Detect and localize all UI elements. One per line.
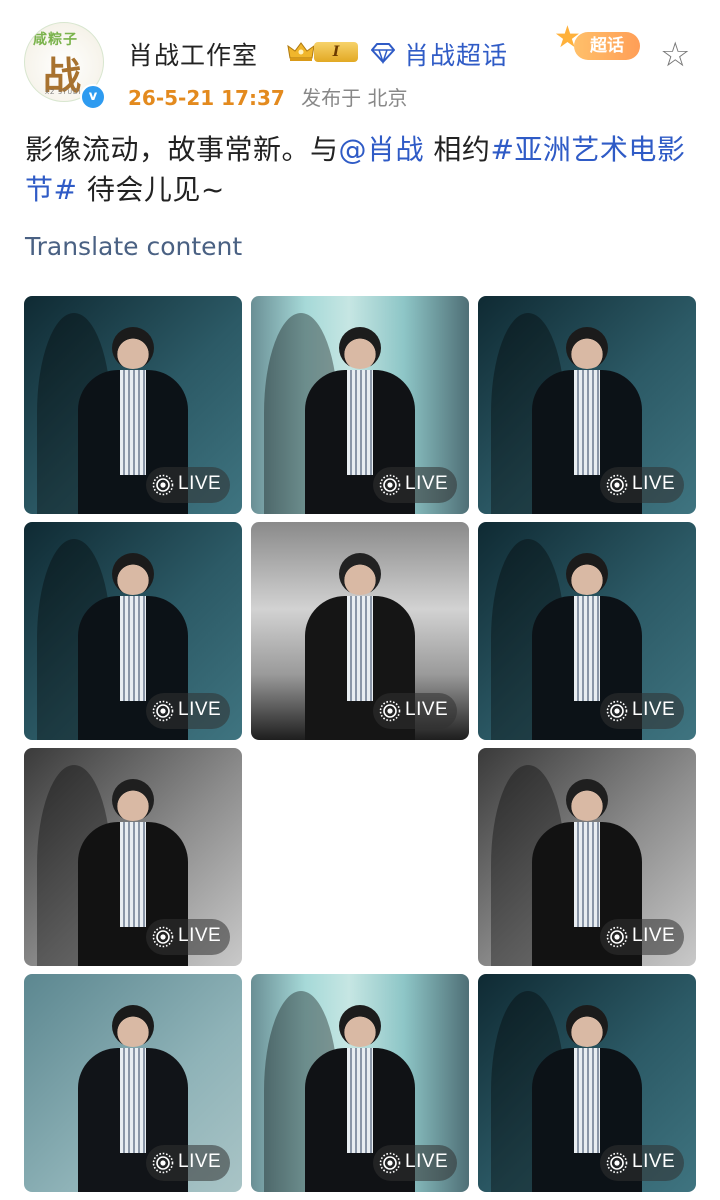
live-photo-icon (379, 1152, 401, 1174)
photo-tile[interactable]: LIVE (251, 974, 469, 1192)
person-head (566, 1004, 608, 1047)
live-label: LIVE (178, 473, 222, 494)
live-label: LIVE (405, 473, 449, 494)
live-photo-icon (606, 926, 628, 948)
person-head (112, 778, 154, 821)
live-photo-icon (606, 474, 628, 496)
translate-button[interactable]: Translate content (25, 232, 242, 261)
supertopic-badge[interactable]: ★ 超话 (552, 18, 652, 68)
live-photo-icon (379, 700, 401, 722)
person-shirt (574, 596, 600, 701)
photo-tile[interactable]: LIVE (24, 296, 242, 514)
photo-tile[interactable]: LIVE (24, 974, 242, 1192)
post-timestamp: 26-5-21 17:37 (128, 86, 285, 110)
person-shirt (120, 1048, 146, 1153)
live-label: LIVE (632, 925, 676, 946)
level-badge: I (314, 42, 358, 62)
photo-tile[interactable]: LIVE (478, 974, 696, 1192)
live-photo-badge[interactable]: LIVE (373, 467, 457, 503)
mention-link[interactable]: @肖战 (339, 133, 425, 166)
photo-tile (251, 748, 469, 966)
photo-tile[interactable]: LIVE (478, 296, 696, 514)
person-shirt (574, 1048, 600, 1153)
live-photo-icon (152, 700, 174, 722)
verified-badge-icon: v (80, 84, 106, 110)
live-photo-badge[interactable]: LIVE (600, 467, 684, 503)
live-photo-badge[interactable]: LIVE (373, 1145, 457, 1181)
person-head (112, 326, 154, 369)
diamond-icon (371, 43, 395, 64)
photo-tile[interactable]: LIVE (24, 522, 242, 740)
person-head (339, 326, 381, 369)
photo-tile[interactable]: LIVE (251, 296, 469, 514)
content-text-middle: 相约 (424, 133, 491, 166)
content-text-after: 待会儿见~ (77, 173, 225, 206)
live-label: LIVE (178, 1151, 222, 1172)
person-shirt (120, 822, 146, 927)
photo-grid: LIVE LIVE LIVE LIVE LIVE LIVE LIVE LIVE LIVE LIVE… (24, 296, 696, 1192)
live-photo-icon (152, 474, 174, 496)
live-photo-badge[interactable]: LIVE (146, 1145, 230, 1181)
live-photo-badge[interactable]: LIVE (146, 467, 230, 503)
photo-tile[interactable]: LIVE (24, 748, 242, 966)
photo-tile[interactable]: LIVE (478, 522, 696, 740)
person-shirt (120, 596, 146, 701)
post-location: 发布于 北京 (301, 86, 408, 110)
live-photo-badge[interactable]: LIVE (373, 693, 457, 729)
person-shirt (347, 1048, 373, 1153)
live-photo-badge[interactable]: LIVE (600, 1145, 684, 1181)
live-photo-icon (152, 1152, 174, 1174)
photo-tile[interactable]: LIVE (478, 748, 696, 966)
live-label: LIVE (405, 1151, 449, 1172)
live-photo-icon (606, 700, 628, 722)
person-shirt (574, 822, 600, 927)
live-label: LIVE (178, 699, 222, 720)
live-label: LIVE (178, 925, 222, 946)
supertopic-badge-label: 超话 (574, 32, 640, 60)
live-photo-badge[interactable]: LIVE (600, 919, 684, 955)
live-photo-icon (152, 926, 174, 948)
post-meta: 26-5-21 17:37 发布于 北京 (128, 82, 408, 111)
live-label: LIVE (405, 699, 449, 720)
person-shirt (574, 370, 600, 475)
live-photo-icon (606, 1152, 628, 1174)
live-label: LIVE (632, 1151, 676, 1172)
photo-tile[interactable]: LIVE (251, 522, 469, 740)
person-head (112, 1004, 154, 1047)
crown-icon (287, 42, 315, 61)
live-label: LIVE (632, 699, 676, 720)
person-head (566, 552, 608, 595)
author-name[interactable]: 肖战工作室 (128, 36, 258, 72)
live-photo-icon (379, 474, 401, 496)
post-content: 影像流动，故事常新。与@肖战 相约#亚洲艺术电影节# 待会儿见~ (25, 130, 695, 210)
person-shirt (120, 370, 146, 475)
star-outline-icon[interactable]: ☆ (660, 38, 690, 72)
person-shirt (347, 596, 373, 701)
person-head (566, 778, 608, 821)
live-photo-badge[interactable]: LIVE (600, 693, 684, 729)
live-label: LIVE (632, 473, 676, 494)
person-shirt (347, 370, 373, 475)
content-text-before: 影像流动，故事常新。与 (25, 133, 339, 166)
person-head (112, 552, 154, 595)
live-photo-badge[interactable]: LIVE (146, 919, 230, 955)
post-header: 咸粽子 战 XZ STUDIO v 肖战工作室 I 肖战超话 ★ 超话 ☆ 26… (0, 0, 720, 120)
person-head (566, 326, 608, 369)
live-photo-badge[interactable]: LIVE (146, 693, 230, 729)
supertopic-link[interactable]: 肖战超话 (404, 36, 508, 72)
person-head (339, 552, 381, 595)
person-head (339, 1004, 381, 1047)
